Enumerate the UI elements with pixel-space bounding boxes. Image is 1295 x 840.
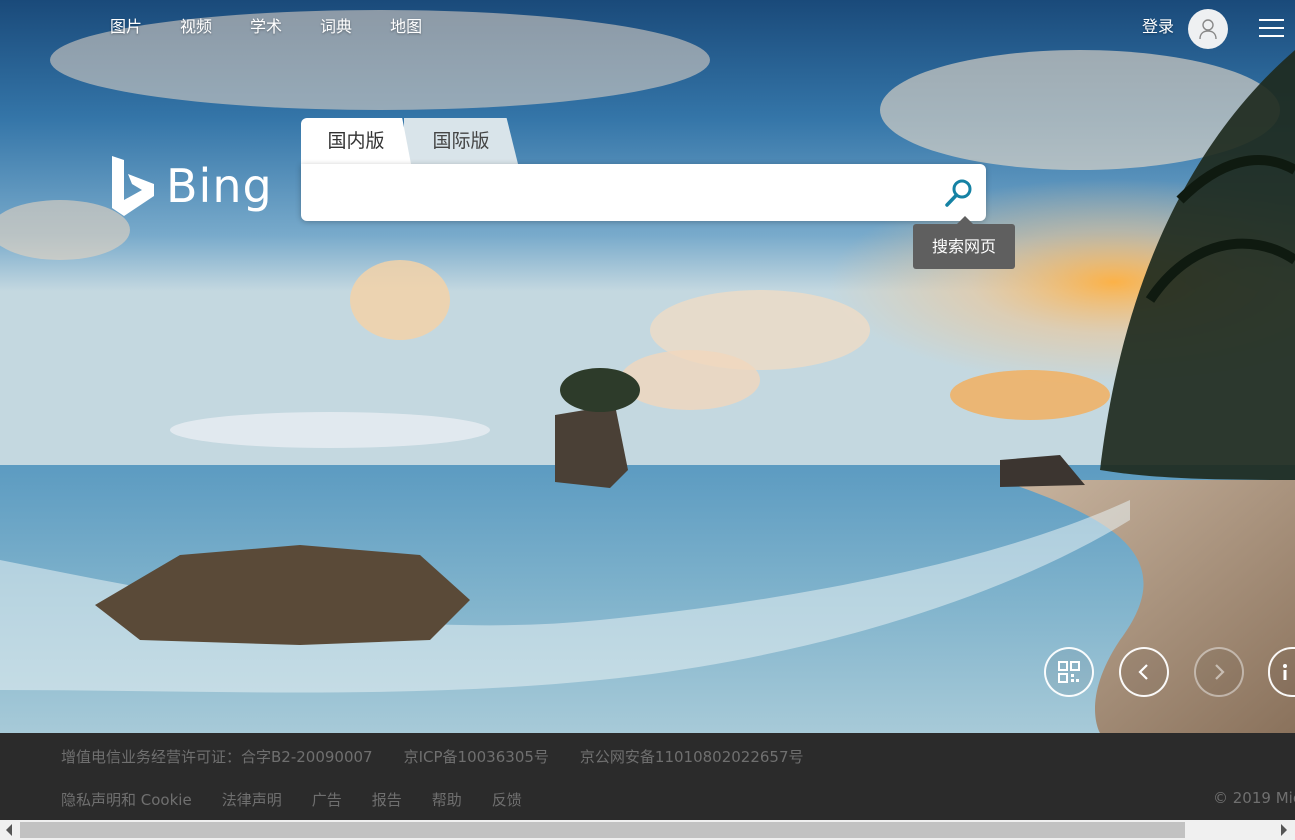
background-image	[0, 0, 1295, 733]
user-icon	[1199, 19, 1217, 40]
scroll-left-arrow-icon[interactable]	[6, 824, 12, 836]
next-image-button[interactable]	[1194, 647, 1244, 697]
nav-academic[interactable]: 学术	[250, 16, 282, 38]
user-avatar-button[interactable]	[1188, 9, 1228, 49]
report-link[interactable]: 报告	[372, 789, 402, 810]
police-record-text[interactable]: 京公网安备11010802022657号	[580, 746, 804, 767]
copyright: © 2019 Microsoft	[1213, 789, 1295, 807]
footer: 增值电信业务经营许可证：合字B2-20090007 京ICP备10036305号…	[0, 733, 1295, 820]
chevron-right-icon	[1215, 664, 1225, 680]
nav-dictionary[interactable]: 词典	[320, 16, 352, 38]
legal-link[interactable]: 法律声明	[222, 789, 282, 810]
bing-logo-text: Bing	[166, 159, 273, 213]
nav-maps[interactable]: 地图	[390, 16, 422, 38]
qr-code-icon	[1058, 661, 1080, 683]
search-input[interactable]	[315, 172, 929, 214]
icp-text[interactable]: 京ICP备10036305号	[404, 746, 549, 767]
help-link[interactable]: 帮助	[432, 789, 462, 810]
horizontal-scrollbar[interactable]	[0, 820, 1295, 840]
hamburger-menu-icon[interactable]	[1259, 19, 1284, 39]
top-nav: 图片 视频 学术 词典 地图	[110, 16, 460, 38]
info-icon	[1282, 664, 1287, 680]
chevron-left-icon	[1138, 664, 1148, 680]
ads-link[interactable]: 广告	[312, 789, 342, 810]
search-button[interactable]	[942, 176, 976, 210]
nav-videos[interactable]: 视频	[180, 16, 212, 38]
license-text: 增值电信业务经营许可证：合字B2-20090007	[61, 748, 373, 766]
tab-china[interactable]: 国内版	[301, 118, 411, 164]
bing-logo: Bing	[110, 154, 273, 218]
bing-logo-icon	[112, 156, 154, 216]
scrollbar-thumb[interactable]	[20, 822, 1185, 838]
search-icon	[945, 179, 972, 207]
search-box	[301, 164, 986, 221]
qr-code-button[interactable]	[1044, 647, 1094, 697]
scroll-right-arrow-icon[interactable]	[1281, 824, 1287, 836]
footer-links: 隐私声明和 Cookie 法律声明 广告 报告 帮助 反馈	[61, 789, 552, 810]
login-link[interactable]: 登录	[1142, 16, 1174, 38]
previous-image-button[interactable]	[1119, 647, 1169, 697]
footer-licenses: 增值电信业务经营许可证：合字B2-20090007 京ICP备10036305号…	[61, 746, 835, 767]
tab-international[interactable]: 国际版	[404, 118, 518, 164]
search-tooltip: 搜索网页	[913, 216, 1015, 269]
feedback-link[interactable]: 反馈	[492, 789, 522, 810]
nav-images[interactable]: 图片	[110, 16, 142, 38]
privacy-link[interactable]: 隐私声明和 Cookie	[61, 789, 192, 810]
